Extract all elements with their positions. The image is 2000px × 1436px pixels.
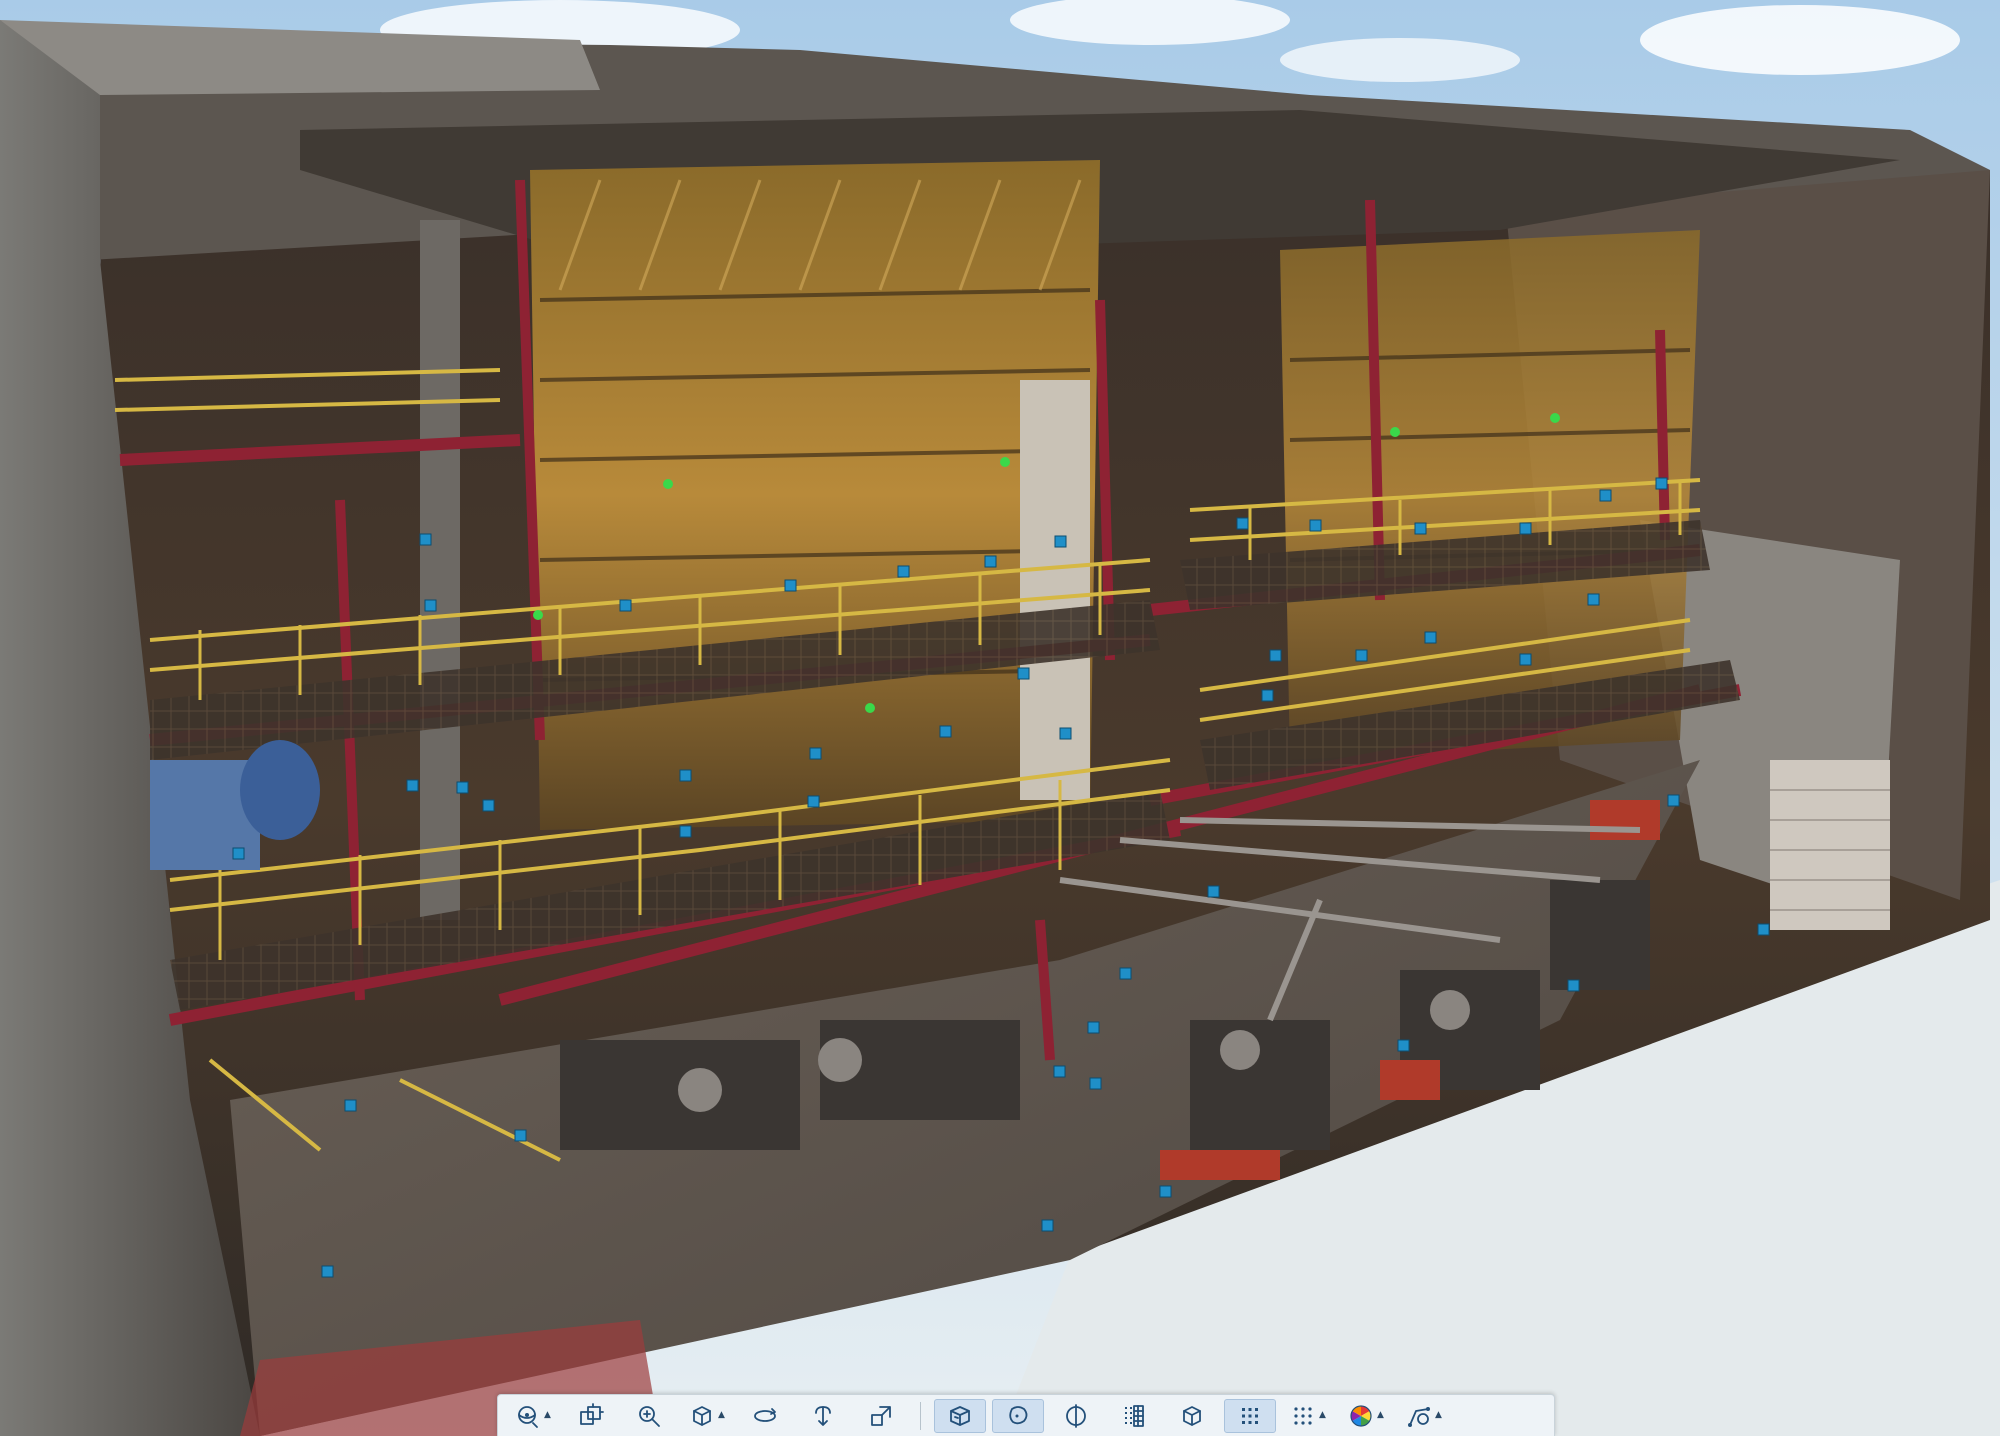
box-section-icon [950,1405,970,1426]
clip-plane-icon [1066,1403,1086,1428]
orbit-icon [518,1405,538,1428]
chevron-up-icon: ▲ [544,1410,551,1420]
rotate-button[interactable] [739,1399,791,1433]
measure-button[interactable]: ▲ [1398,1399,1450,1433]
measure-icon [1408,1406,1431,1427]
zoom-button[interactable] [623,1399,675,1433]
points-display-button[interactable] [1224,1398,1276,1433]
zoom-icon [639,1405,660,1427]
bounding-box-button[interactable] [1166,1399,1218,1433]
walk-button[interactable] [797,1399,849,1433]
walk-icon [815,1405,831,1426]
toolbar-divider [920,1401,921,1430]
chevron-up-icon: ▲ [1435,1410,1442,1420]
viewer-toolbar: ▲ ▲ ▲ ▲ ▲ [497,1394,1555,1436]
bounding-box-icon [1183,1405,1201,1426]
point-cloud-viewport[interactable] [0,0,2000,1436]
pan-icon [580,1402,604,1425]
box-section-button[interactable] [934,1398,986,1433]
points-icon [1242,1407,1258,1424]
view-cube-icon [693,1405,711,1426]
color-wheel-icon [1350,1404,1372,1427]
rotate-icon [754,1407,776,1422]
lasso-section-button[interactable] [992,1398,1044,1433]
chevron-up-icon: ▲ [718,1410,725,1420]
density-icon [1125,1404,1144,1427]
fly-icon [871,1405,891,1426]
chevron-up-icon: ▲ [1319,1410,1326,1420]
chevron-up-icon: ▲ [1377,1410,1384,1420]
view-cube-button[interactable]: ▲ [681,1399,733,1433]
point-density-button[interactable] [1108,1399,1160,1433]
color-mode-button[interactable]: ▲ [1340,1399,1392,1433]
point-size-button[interactable]: ▲ [1282,1399,1334,1433]
clip-plane-button[interactable] [1050,1399,1102,1433]
orbit-button[interactable]: ▲ [507,1399,559,1433]
pan-button[interactable] [565,1399,617,1433]
point-size-icon [1294,1406,1312,1425]
fly-button[interactable] [855,1399,907,1433]
lasso-icon [1009,1405,1028,1424]
